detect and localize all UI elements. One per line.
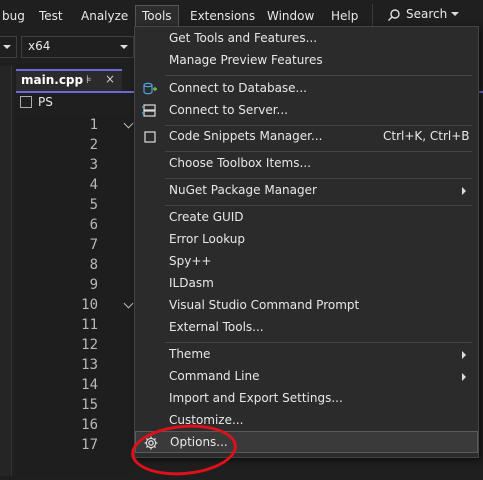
chevron-down-icon	[3, 45, 11, 49]
project-icon	[20, 96, 32, 108]
line-number: 12	[81, 337, 98, 353]
menu-item-import-export[interactable]: Import and Export Settings...	[135, 388, 478, 410]
menu-test[interactable]: Test	[39, 6, 63, 26]
menu-item-label: Manage Preview Features	[169, 53, 323, 67]
menu-separator	[165, 151, 472, 152]
code-editor[interactable]: 1 2 3 4 5 6 7 8 9 10 11 12 13 14 15 16 1…	[16, 115, 134, 476]
submenu-arrow-icon	[462, 373, 466, 381]
menu-item-command-prompt[interactable]: Visual Studio Command Prompt	[135, 295, 478, 317]
menu-item-label: Customize...	[169, 413, 244, 427]
menu-item-label: NuGet Package Manager	[169, 183, 317, 197]
menu-item-label: Error Lookup	[169, 232, 246, 246]
menu-item-label: Connect to Database...	[169, 81, 307, 95]
menu-item-customize[interactable]: Customize...	[135, 410, 478, 432]
menu-item-connect-database[interactable]: Connect to Database...	[135, 78, 478, 100]
server-connect-icon	[142, 104, 156, 117]
menu-item-label: Choose Toolbox Items...	[169, 156, 311, 170]
pin-icon[interactable]: ⊧	[86, 73, 92, 86]
menu-debug[interactable]: bug	[2, 6, 25, 26]
chevron-down-icon	[451, 12, 459, 16]
search-button[interactable]: Search	[372, 4, 469, 26]
chevron-down-icon	[120, 45, 128, 49]
line-number: 14	[81, 377, 98, 393]
menu-item-command-line[interactable]: Command Line	[135, 366, 478, 388]
menu-item-spy[interactable]: Spy++	[135, 251, 478, 273]
menu-item-label: Create GUID	[169, 210, 244, 224]
menu-analyze[interactable]: Analyze	[81, 6, 128, 26]
submenu-arrow-icon	[462, 187, 466, 195]
gear-icon	[144, 436, 158, 450]
line-number: 7	[89, 237, 98, 253]
menu-item-create-guid[interactable]: Create GUID	[135, 207, 478, 229]
menu-separator	[165, 205, 472, 206]
menu-tools[interactable]: Tools	[135, 5, 179, 27]
search-label: Search	[406, 7, 448, 21]
search-icon	[388, 9, 400, 21]
menu-help[interactable]: Help	[331, 6, 358, 26]
database-connect-icon	[143, 82, 157, 95]
menu-item-label: Options...	[170, 435, 228, 449]
menu-item-ildasm[interactable]: ILDasm	[135, 273, 478, 295]
tab-main-cpp[interactable]: main.cpp ⊧ ×	[16, 69, 122, 91]
line-number: 15	[81, 397, 98, 413]
fold-chevron-icon[interactable]	[123, 298, 134, 309]
menu-extensions[interactable]: Extensions	[190, 6, 255, 26]
menu-item-label: Import and Export Settings...	[169, 391, 343, 405]
line-number: 9	[89, 277, 98, 293]
menu-item-label: Command Line	[169, 369, 260, 383]
menu-separator	[165, 178, 472, 179]
scope-dropdown[interactable]: PS	[16, 94, 136, 112]
menu-item-nuget[interactable]: NuGet Package Manager	[135, 180, 478, 202]
line-number: 5	[89, 197, 98, 213]
line-number: 11	[81, 317, 98, 333]
menu-item-label: Spy++	[169, 254, 212, 268]
tools-menu: Get Tools and Features... Manage Preview…	[134, 26, 479, 458]
menu-separator	[165, 75, 472, 76]
left-panel-strip	[0, 66, 12, 476]
tab-label: main.cpp	[21, 73, 84, 87]
menu-item-label: Code Snippets Manager...	[169, 129, 323, 143]
menu-window[interactable]: Window	[267, 6, 314, 26]
menu-item-label: Connect to Server...	[169, 103, 288, 117]
submenu-arrow-icon	[462, 351, 466, 359]
menu-item-label: External Tools...	[169, 320, 264, 334]
line-number: 6	[89, 217, 98, 233]
line-number: 10	[81, 297, 98, 313]
menu-item-external-tools[interactable]: External Tools...	[135, 317, 478, 339]
line-number: 1	[89, 117, 98, 133]
line-number: 17	[81, 437, 98, 453]
menu-item-manage-preview[interactable]: Manage Preview Features	[135, 50, 478, 72]
snippet-icon	[144, 131, 156, 143]
line-number: 8	[89, 257, 98, 273]
menu-item-code-snippets[interactable]: Code Snippets Manager... Ctrl+K, Ctrl+B	[135, 126, 478, 148]
menu-item-label: Visual Studio Command Prompt	[169, 298, 360, 312]
configuration-dropdown[interactable]	[0, 36, 17, 58]
platform-dropdown[interactable]: x64	[21, 36, 134, 58]
menu-item-error-lookup[interactable]: Error Lookup	[135, 229, 478, 251]
line-number: 13	[81, 357, 98, 373]
menu-item-label: ILDasm	[169, 276, 214, 290]
menu-item-label: Theme	[169, 347, 211, 361]
menu-item-shortcut: Ctrl+K, Ctrl+B	[383, 129, 470, 143]
scope-label: PS	[38, 95, 53, 109]
menu-separator	[165, 342, 472, 343]
menu-item-label: Get Tools and Features...	[169, 31, 318, 45]
menu-item-options[interactable]: Options...	[135, 431, 478, 453]
line-number: 2	[89, 137, 98, 153]
platform-value: x64	[28, 39, 51, 53]
menu-item-theme[interactable]: Theme	[135, 344, 478, 366]
line-number: 3	[89, 157, 98, 173]
close-icon[interactable]: ×	[105, 72, 115, 86]
menu-item-get-tools[interactable]: Get Tools and Features...	[135, 28, 478, 50]
line-number: 16	[81, 417, 98, 433]
menu-item-connect-server[interactable]: Connect to Server...	[135, 100, 478, 122]
line-number: 4	[89, 177, 98, 193]
menu-item-choose-toolbox[interactable]: Choose Toolbox Items...	[135, 153, 478, 175]
fold-chevron-icon[interactable]	[123, 118, 134, 129]
